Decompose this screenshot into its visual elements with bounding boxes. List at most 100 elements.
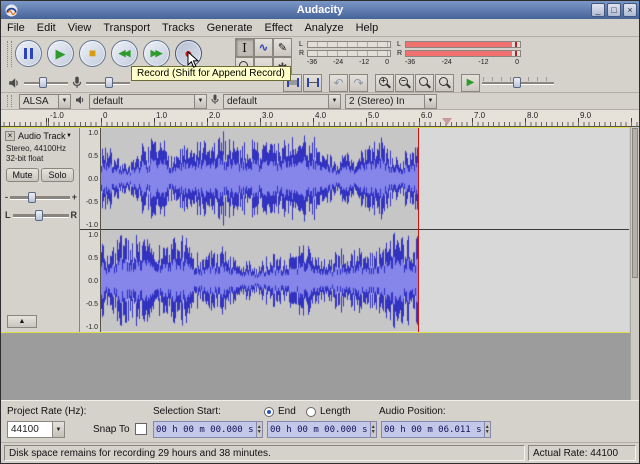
spin-down-icon[interactable]: ▼ [485,430,490,435]
solo-button[interactable]: Solo [41,168,74,182]
input-volume-thumb[interactable] [105,77,113,88]
vertical-ruler-channel-2: 1.00.50.0-0.5-1.0 [80,230,100,331]
track-collapse-button[interactable]: ▲ [7,315,37,328]
timeline-ruler[interactable]: -1.001.02.03.04.05.06.07.08.09.0 [1,110,639,127]
waveform-channel-1[interactable] [101,128,419,229]
fit-selection-icon [419,77,430,88]
spin-down-icon[interactable]: ▼ [257,430,262,435]
menu-help[interactable]: Help [350,19,385,37]
pause-button[interactable] [15,40,42,67]
input-volume-slider[interactable] [85,75,131,90]
input-device-select[interactable]: default▼ [223,94,341,109]
menu-file[interactable]: File [1,19,31,37]
length-radio-label[interactable]: Length [320,406,351,417]
audacity-logo-icon [5,4,18,17]
pan-slider[interactable]: L R [5,208,77,222]
selection-start-field[interactable]: 00 h 00 m 00.000 s ▲▼ [153,421,263,438]
zoom-out-button[interactable]: − [395,74,414,92]
playback-meter[interactable]: L R -36-24-120 [299,40,391,66]
audacity-window: Audacity _ □ × File Edit View Transport … [0,0,640,464]
menu-generate[interactable]: Generate [201,19,259,37]
mute-button[interactable]: Mute [6,168,39,182]
spinner: ▲▼ [370,422,376,437]
pan-thumb[interactable] [35,210,43,221]
menu-analyze[interactable]: Analyze [298,19,349,37]
titlebar[interactable]: Audacity _ □ × [1,1,639,19]
selection-tool-button[interactable]: I [235,38,254,57]
chevron-down-icon: ▼ [194,95,206,108]
audio-host-select[interactable]: ALSA▼ [19,94,71,109]
recording-left-label: L [397,41,405,49]
track-panel-area[interactable]: × Audio Track ▼ Stereo, 44100Hz 32-bit f… [1,127,639,400]
menubar: File Edit View Transport Tracks Generate… [1,19,639,37]
rewind-icon: ◀◀ [119,48,131,58]
zoom-in-icon: + [379,77,390,88]
fit-selection-button[interactable] [415,74,434,92]
amplitude-label: 0.0 [88,176,98,183]
track-title[interactable]: Audio Track [18,131,66,141]
fit-project-button[interactable] [435,74,454,92]
selection-end-field[interactable]: 00 h 00 m 00.000 s ▲▼ [267,421,377,438]
statusbar: Disk space remains for recording 29 hour… [1,442,639,463]
skip-to-start-button[interactable]: ◀◀ [111,40,138,67]
skip-to-end-button[interactable]: ▶▶ [143,40,170,67]
end-radio-label[interactable]: End [278,406,296,417]
playback-speed-thumb[interactable] [513,77,521,88]
zoom-in-button[interactable]: + [375,74,394,92]
input-channels-select[interactable]: 2 (Stereo) In▼ [345,94,437,109]
project-rate-select[interactable]: 44100▼ [7,421,65,438]
menu-view[interactable]: View [62,19,98,37]
length-radio[interactable] [306,407,316,417]
minimize-button[interactable]: _ [591,3,605,17]
amplitude-label: 0.5 [88,255,98,262]
vertical-scrollbar[interactable] [630,127,639,400]
end-radio[interactable] [264,407,274,417]
output-volume-thumb[interactable] [39,77,47,88]
playback-speed-slider[interactable] [481,75,555,90]
playback-left-label: L [299,41,307,49]
output-device-select[interactable]: default▼ [89,94,207,109]
recording-meter[interactable]: L R -36-24-120 [397,40,521,66]
actual-rate-status: Actual Rate: 44100 [528,445,636,461]
track-format-info: Stereo, 44100Hz [6,144,66,153]
menu-effect[interactable]: Effect [259,19,299,37]
undo-button[interactable]: ↶ [329,74,348,92]
play-button[interactable]: ▶ [47,40,74,67]
gain-slider[interactable]: - + [5,190,77,204]
audio-track[interactable]: × Audio Track ▼ Stereo, 44100Hz 32-bit f… [1,127,630,333]
transport-toolbar: ▶ ■ ◀◀ ▶▶ ● [7,39,207,67]
spin-down-icon[interactable]: ▼ [371,430,376,435]
amplitude-label: -1.0 [86,324,98,331]
waveform-channel-2[interactable] [101,230,419,331]
fit-project-icon [439,77,450,88]
track-close-button[interactable]: × [5,131,15,141]
menu-transport[interactable]: Transport [97,19,156,37]
silence-selection-button[interactable] [303,74,322,92]
menu-edit[interactable]: Edit [31,19,62,37]
play-at-speed-button[interactable]: ▶ [461,74,480,92]
redo-button[interactable]: ↷ [349,74,368,92]
spinner: ▲▼ [484,422,490,437]
audio-position-field[interactable]: 00 h 00 m 06.011 s ▲▼ [381,421,491,438]
vertical-scrollbar-thumb[interactable] [632,128,638,278]
close-button[interactable]: × [623,3,637,17]
track-menu-arrow-icon[interactable]: ▼ [66,133,72,139]
gain-min-label: - [5,192,8,202]
toolbar-grip[interactable] [7,41,12,67]
snap-to-checkbox[interactable] [135,423,147,435]
amplitude-label: 1.0 [88,232,98,239]
envelope-tool-button[interactable]: ∿ [254,38,273,57]
meter-scale-label: 0 [385,59,389,66]
chevron-down-icon: ▼ [52,422,64,437]
recording-meter-left-bar [405,41,521,48]
draw-tool-button[interactable]: ✎ [273,38,292,57]
menu-tracks[interactable]: Tracks [156,19,201,37]
output-volume-slider[interactable] [23,75,69,90]
waveform-area[interactable] [101,128,629,332]
silence-icon [307,78,319,87]
stop-button[interactable]: ■ [79,40,106,67]
maximize-button[interactable]: □ [607,3,621,17]
gain-thumb[interactable] [28,192,36,203]
toolbar-grip[interactable] [7,95,12,107]
microphone-icon [72,76,82,89]
